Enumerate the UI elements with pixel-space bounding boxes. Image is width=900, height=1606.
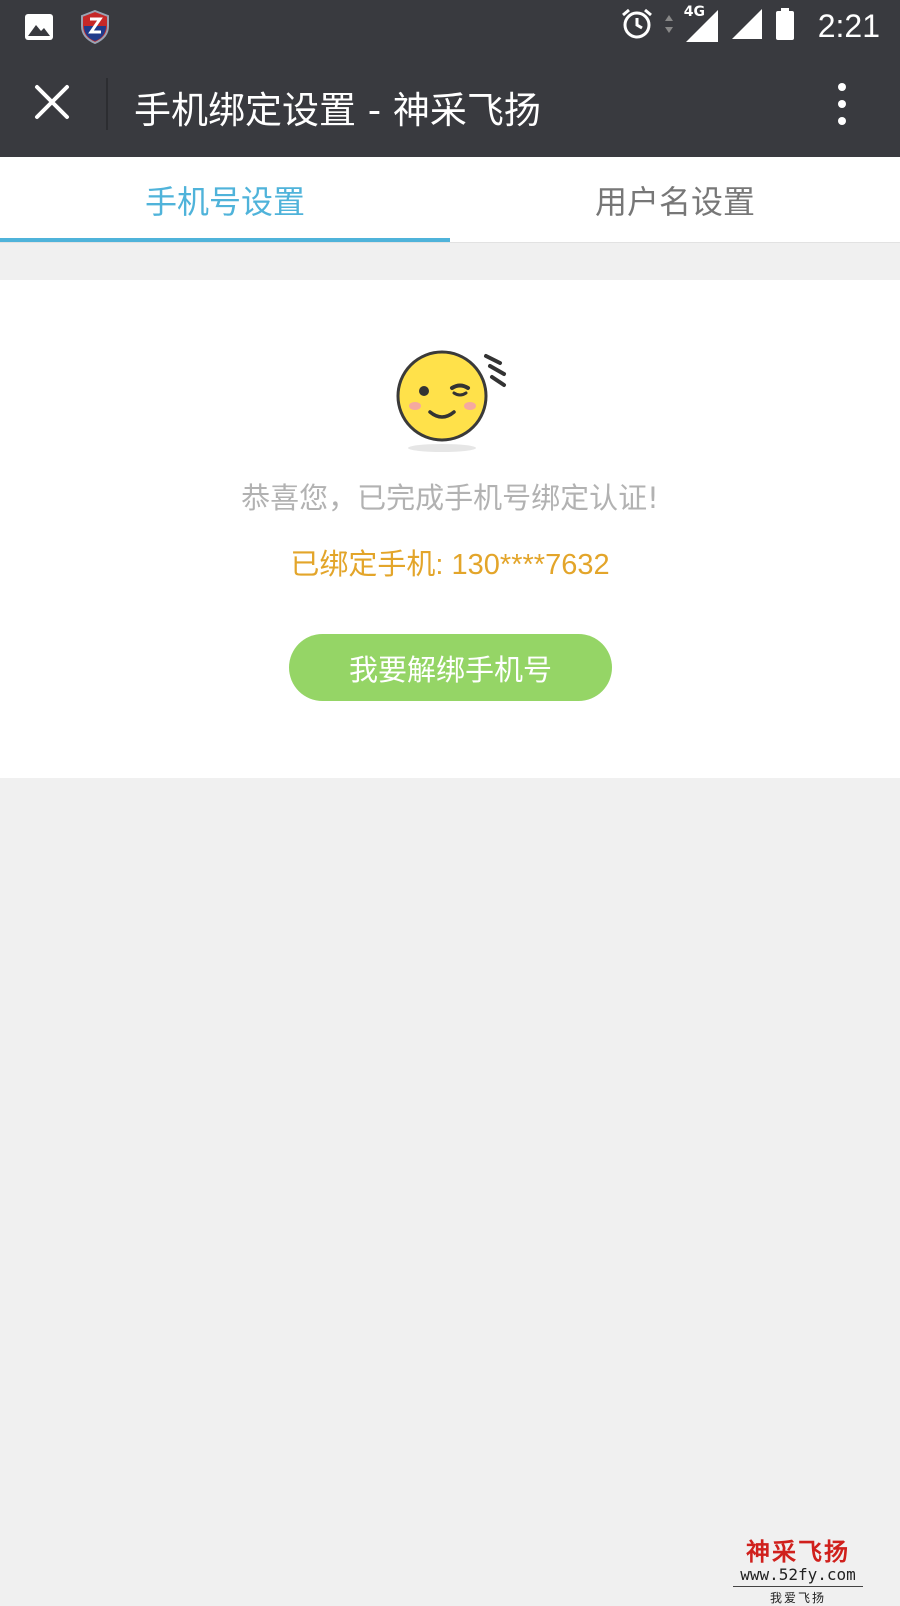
top-bar: 4G 2:21 手机绑定设置 - 神采飞扬	[0, 0, 900, 157]
watermark-subtitle: 我爱飞扬	[769, 1591, 826, 1605]
shield-z-icon	[80, 9, 110, 48]
wink-smiley-icon	[390, 348, 514, 458]
alarm-icon	[620, 7, 654, 45]
site-watermark: 神采飞扬 www.52fy.com 我爱飞扬	[733, 1532, 863, 1605]
unbind-phone-button[interactable]: 我要解绑手机号	[289, 634, 612, 701]
nav-bar: 手机绑定设置 - 神采飞扬	[0, 52, 900, 157]
page-title: 手机绑定设置 - 神采飞扬	[134, 89, 541, 132]
tab-divider	[0, 242, 900, 243]
bound-phone-line: 已绑定手机: 130****7632	[0, 541, 900, 583]
status-bar: 4G 2:21	[0, 0, 900, 52]
close-icon	[34, 84, 70, 124]
tab-phone-settings[interactable]: 手机号设置	[0, 157, 450, 243]
clock-time: 2:21	[817, 7, 880, 44]
tab-bar: 手机号设置 用户名设置	[0, 157, 900, 243]
close-button[interactable]	[20, 74, 84, 134]
nav-divider	[106, 78, 108, 130]
battery-icon	[774, 7, 796, 45]
more-vertical-icon	[837, 82, 847, 130]
gallery-icon	[24, 13, 54, 45]
signal-icon: 4G	[684, 4, 720, 44]
bound-phone-label: 已绑定手机	[290, 547, 436, 581]
congrats-message: 恭喜您，已完成手机号绑定认证!	[241, 481, 659, 515]
bound-phone-number: 130****7632	[451, 549, 610, 581]
watermark-url: www.52fy.com	[733, 1565, 863, 1587]
signal-icon	[730, 7, 764, 45]
binding-status-card: 恭喜您，已完成手机号绑定认证! 已绑定手机: 130****7632 我要解绑手…	[0, 280, 900, 778]
bound-phone-separator: :	[435, 549, 452, 581]
tab-username-settings[interactable]: 用户名设置	[450, 157, 900, 243]
watermark-title: 神采飞扬	[746, 1537, 850, 1566]
data-arrows-icon	[664, 11, 674, 41]
more-button[interactable]	[824, 78, 860, 134]
